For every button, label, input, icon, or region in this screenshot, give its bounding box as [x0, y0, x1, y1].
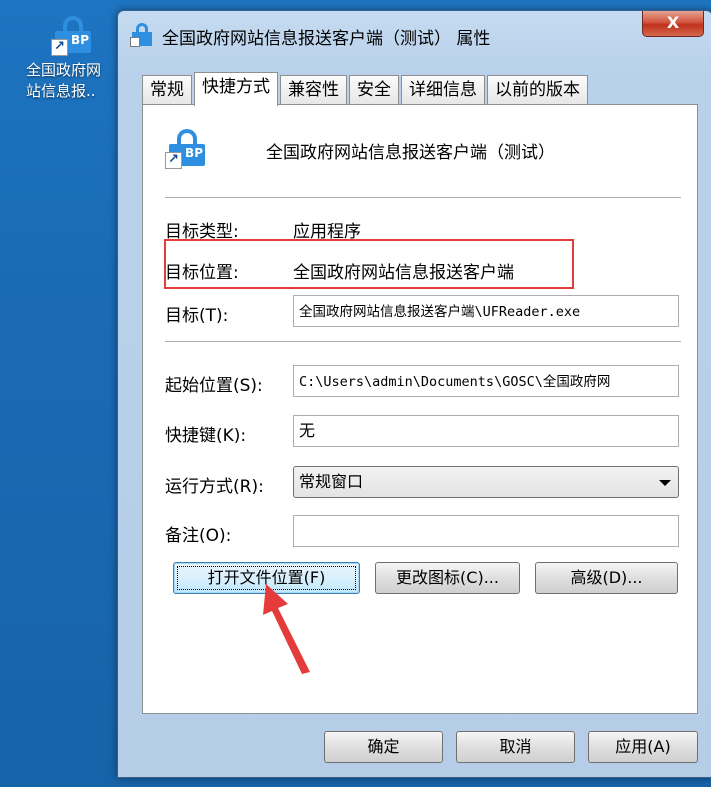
logo-text: BP [71, 33, 89, 47]
target-input[interactable]: 全国政府网站信息报送客户端\UFReader.exe [293, 295, 679, 327]
tab-details[interactable]: 详细信息 [401, 75, 485, 105]
ok-button[interactable]: 确定 [324, 731, 443, 763]
start-in-label: 起始位置(S): [165, 376, 263, 396]
start-in-input[interactable]: C:\Users\admin\Documents\GOSC\全国政府网 [293, 365, 679, 397]
run-row: 运行方式(R): 常规窗口 [165, 466, 687, 500]
hotkey-input[interactable]: 无 [293, 415, 679, 447]
shortcut-app-icon: BP ↗ [165, 127, 207, 169]
run-label: 运行方式(R): [165, 477, 264, 497]
comment-input[interactable] [293, 515, 679, 547]
tab-compatibility[interactable]: 兼容性 [280, 75, 347, 105]
target-location-label: 目标位置: [165, 263, 239, 283]
hotkey-label: 快捷键(K): [165, 426, 247, 446]
shortcut-header: BP ↗ 全国政府网站信息报送客户端（测试） [165, 127, 685, 177]
target-type-row: 目标类型: 应用程序 [165, 211, 687, 245]
comment-row: 备注(O): [165, 515, 687, 549]
tab-security[interactable]: 安全 [349, 75, 399, 105]
shortcut-name: 全国政府网站信息报送客户端（测试） [266, 143, 555, 163]
properties-dialog: 全国政府网站信息报送客户端（测试） 属性 X 常规 快捷方式 兼容性 安全 详细… [117, 10, 711, 778]
tab-shortcut[interactable]: 快捷方式 [194, 72, 278, 106]
shortcut-panel: BP ↗ 全国政府网站信息报送客户端（测试） 目标类型: 应用程序 目标位置: … [142, 104, 698, 714]
window-title: 全国政府网站信息报送客户端（测试） 属性 [162, 29, 491, 49]
desktop-shortcut-icon[interactable]: BP ↗ 全国政府网 站信息报.. [22, 14, 122, 102]
target-input-text: 全国政府网站信息报送客户端\UFReader.exe [299, 304, 581, 320]
desktop-icon-label-line2: 站信息报.. [26, 82, 96, 100]
cancel-button[interactable]: 取消 [456, 731, 575, 763]
shortcut-arrow-icon: ↗ [51, 39, 68, 56]
advanced-button[interactable]: 高级(D)... [535, 562, 678, 594]
title-bar[interactable]: 全国政府网站信息报送客户端（测试） 属性 X [118, 11, 711, 57]
start-in-input-text: C:\Users\admin\Documents\GOSC\全国政府网 [299, 374, 611, 390]
run-select[interactable]: 常规窗口 [293, 466, 679, 498]
open-file-location-button[interactable]: 打开文件位置(F) [173, 562, 360, 594]
target-type-label: 目标类型: [165, 222, 239, 242]
target-label: 目标(T): [165, 306, 229, 326]
divider [165, 197, 681, 198]
shortcut-arrow-icon: ↗ [165, 152, 182, 169]
desktop-icon-label-line1: 全国政府网 [26, 61, 102, 79]
tab-previous-versions[interactable]: 以前的版本 [487, 75, 588, 105]
target-location-value: 全国政府网站信息报送客户端 [293, 263, 514, 283]
start-in-row: 起始位置(S): C:\Users\admin\Documents\GOSC\全… [165, 365, 687, 399]
app-title-icon [130, 23, 154, 47]
comment-label: 备注(O): [165, 526, 232, 546]
logo-text: BP [185, 146, 203, 160]
target-type-value: 应用程序 [293, 222, 361, 242]
tab-strip: 常规 快捷方式 兼容性 安全 详细信息 以前的版本 [142, 71, 590, 106]
run-select-value: 常规窗口 [299, 472, 364, 491]
change-icon-button[interactable]: 更改图标(C)... [375, 562, 520, 594]
app-logo-icon: BP ↗ [51, 14, 93, 56]
apply-button[interactable]: 应用(A) [588, 731, 698, 763]
divider [165, 341, 681, 342]
hotkey-row: 快捷键(K): 无 [165, 415, 687, 449]
close-button[interactable]: X [642, 11, 704, 37]
tab-general[interactable]: 常规 [142, 75, 192, 105]
chevron-down-icon [659, 480, 671, 486]
target-location-row: 目标位置: 全国政府网站信息报送客户端 [165, 252, 687, 286]
target-row: 目标(T): 全国政府网站信息报送客户端\UFReader.exe [165, 295, 687, 329]
